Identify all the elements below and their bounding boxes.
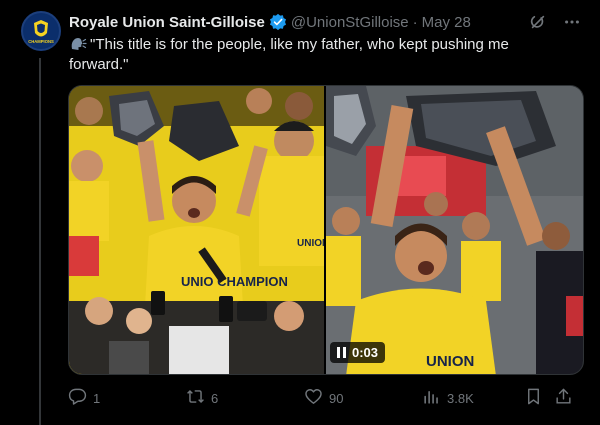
like-icon — [304, 387, 323, 409]
bookmark-icon — [524, 387, 543, 409]
repost-button[interactable]: 6 — [186, 387, 304, 409]
shirt-text-left: UNION CHAMPION — [297, 238, 324, 249]
thread-line — [39, 58, 41, 425]
video-celebration[interactable]: UNION 0:03 — [326, 86, 583, 374]
grok-icon[interactable] — [528, 12, 548, 32]
bookmark-button[interactable] — [524, 387, 554, 409]
video-time: 0:03 — [352, 345, 379, 360]
tweet[interactable]: CHAMPIONS Royale Union Saint-Gilloise @U… — [0, 0, 600, 425]
account-name[interactable]: Royale Union Saint-Gilloise — [69, 14, 265, 31]
tweet-date[interactable]: May 28 — [422, 14, 471, 31]
reply-count: 1 — [93, 390, 101, 406]
pause-icon[interactable] — [337, 347, 346, 358]
like-count: 90 — [329, 390, 344, 406]
views-button[interactable]: 3.8K — [422, 387, 524, 409]
verified-badge-icon — [269, 13, 287, 31]
like-button[interactable]: 90 — [304, 387, 422, 409]
avatar[interactable]: CHAMPIONS — [21, 11, 61, 51]
media-grid[interactable]: UNIO CHAMPION UNION CHAMPION — [68, 85, 584, 375]
speaking-head-icon — [69, 36, 87, 52]
account-handle[interactable]: @UnionStGilloise — [291, 14, 409, 31]
views-count: 3.8K — [447, 390, 474, 406]
photo-celebration-trophy[interactable]: UNIO CHAMPION UNION CHAMPION — [69, 86, 324, 374]
reply-icon — [68, 387, 87, 409]
tweet-body: "This title is for the people, like my f… — [69, 36, 509, 73]
repost-icon — [186, 387, 205, 409]
club-crest-icon: CHAMPIONS — [24, 14, 58, 48]
views-icon — [422, 387, 441, 409]
top-icons — [528, 12, 582, 32]
tweet-text: "This title is for the people, like my f… — [69, 35, 559, 75]
repost-count: 6 — [211, 390, 219, 406]
separator-dot: · — [412, 13, 418, 31]
svg-text:CHAMPIONS: CHAMPIONS — [28, 39, 54, 44]
shirt-text-right: UNION — [426, 353, 474, 370]
tweet-header: Royale Union Saint-Gilloise @UnionStGill… — [69, 12, 471, 32]
share-button[interactable] — [554, 387, 578, 409]
video-timestamp[interactable]: 0:03 — [330, 342, 386, 363]
share-icon — [554, 387, 573, 409]
action-bar: 1 6 90 3.8K — [68, 387, 588, 409]
shirt-text-center: UNIO CHAMPION — [181, 274, 288, 289]
reply-button[interactable]: 1 — [68, 387, 186, 409]
more-icon[interactable] — [562, 12, 582, 32]
